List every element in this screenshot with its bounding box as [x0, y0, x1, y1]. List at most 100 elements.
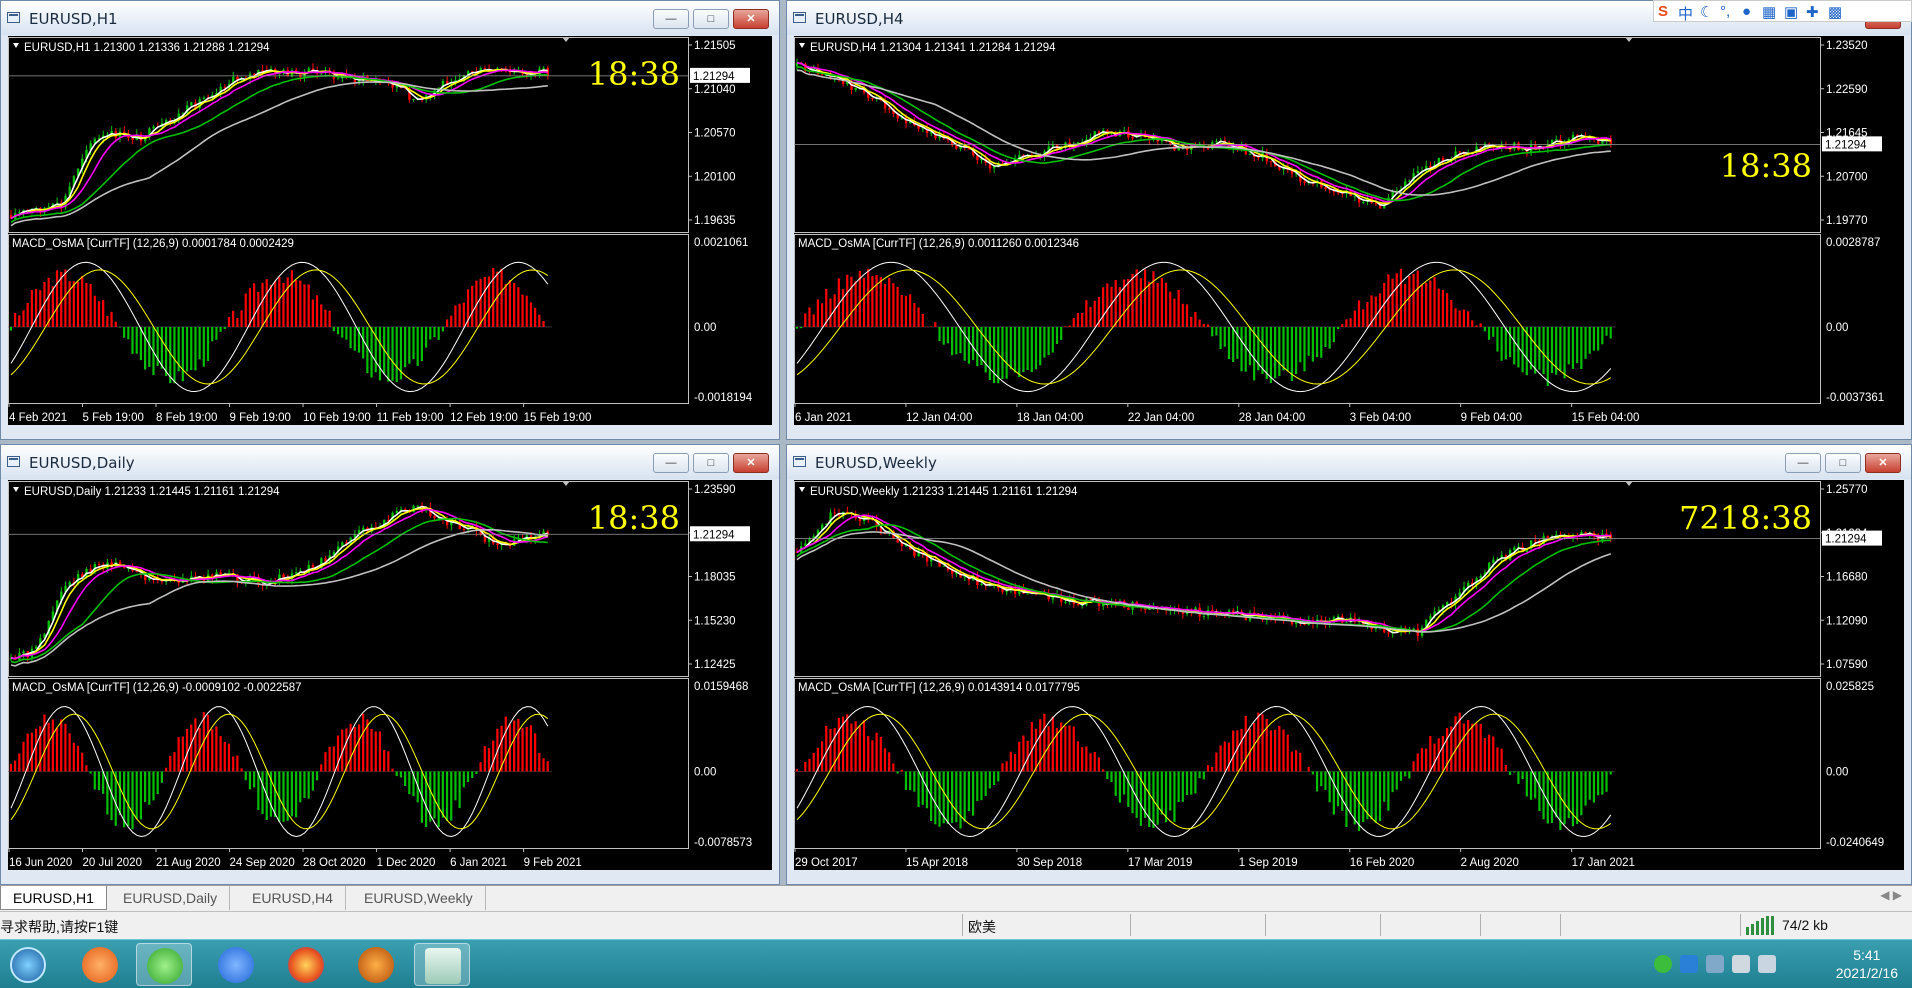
chart-window-weekly[interactable]: EURUSD,Weekly — □ ✕ EURUSD,Weekly 1.21233 1.… — [786, 444, 1912, 885]
maximize-button[interactable]: □ — [1825, 453, 1861, 473]
wechat-tray-icon[interactable] — [1654, 955, 1672, 973]
signal-icon[interactable] — [1758, 955, 1776, 973]
symbol-info-label: EURUSD,H4 1.21304 1.21341 1.21284 1.2129… — [810, 42, 1056, 54]
osma-bar — [433, 771, 436, 819]
osma-bar — [1454, 308, 1457, 327]
grid-icon[interactable]: ▩ — [1828, 3, 1842, 21]
osma-bar — [9, 326, 12, 331]
osma-bar — [1609, 326, 1612, 339]
osma-bar — [1265, 326, 1268, 380]
chart-window-icon — [7, 12, 20, 23]
collapse-triangle-icon[interactable] — [799, 487, 805, 492]
tab-eurusd-h4[interactable]: EURUSD,H4 — [240, 886, 346, 910]
osma-bar — [517, 287, 520, 327]
candle-body — [833, 512, 836, 514]
maximize-button[interactable]: □ — [693, 9, 729, 29]
chart-shift-marker-icon[interactable] — [1625, 37, 1633, 42]
close-button[interactable]: ✕ — [1865, 453, 1901, 473]
price-tick-label: 1.18035 — [694, 572, 736, 584]
shield-icon[interactable] — [1680, 955, 1698, 973]
collapse-triangle-icon[interactable] — [799, 43, 805, 48]
osma-bar — [412, 326, 415, 360]
close-button[interactable]: ✕ — [733, 453, 769, 473]
chart-window-h4[interactable]: EURUSD,H4—□✕EURUSD,H4 1.21304 1.21341 1.… — [786, 0, 1912, 440]
chart-svg[interactable]: EURUSD,H1 1.21300 1.21336 1.21288 1.2129… — [8, 36, 774, 427]
chart-shift-marker-icon[interactable] — [562, 481, 570, 486]
wechat-icon — [147, 948, 183, 984]
price-tick-label: 1.15230 — [694, 615, 736, 627]
osma-bar — [1043, 326, 1046, 358]
osma-bar — [1592, 771, 1596, 803]
tab-eurusd-weekly[interactable]: EURUSD,Weekly — [352, 886, 486, 910]
osma-bar — [89, 771, 92, 774]
osma-bar — [1148, 281, 1151, 327]
minimize-button[interactable]: — — [653, 453, 689, 473]
window-titlebar[interactable]: EURUSD,Weekly — □ ✕ — [787, 445, 1911, 479]
chart-window-daily[interactable]: EURUSD,Daily — □ ✕ EURUSD,Daily 1.21233 1.21… — [0, 444, 780, 885]
taskbar-app-metatrader[interactable] — [414, 943, 470, 986]
tab-scroll-arrows[interactable]: ◀ ▶ — [1880, 888, 1902, 902]
candle-body — [1345, 622, 1348, 624]
osma-bar — [1496, 326, 1499, 352]
osma-bar — [1102, 287, 1105, 327]
osma-bar — [349, 326, 352, 349]
osma-bar — [253, 771, 256, 788]
taskbar-clock[interactable]: 5:41 2021/2/16 — [1836, 946, 1898, 982]
price-tick-label: 1.20700 — [1826, 171, 1868, 183]
minimize-button[interactable]: — — [653, 9, 689, 29]
maximize-button[interactable]: □ — [693, 453, 729, 473]
skin-icon[interactable]: ▣ — [1784, 3, 1798, 21]
osma-bar — [1315, 326, 1319, 358]
osma-bar — [1248, 326, 1252, 366]
osma-bar — [1051, 716, 1054, 772]
osma-bar — [1601, 771, 1604, 795]
firefox-icon — [288, 947, 324, 983]
chart-window-h1[interactable]: EURUSD,H1 — □ ✕ EURUSD,H1 1.21300 1.21336 1.… — [0, 0, 780, 440]
osma-bar — [959, 771, 962, 829]
chart-canvas[interactable]: EURUSD,H4 1.21304 1.21341 1.21284 1.2129… — [794, 36, 1904, 425]
speaker-muted-icon[interactable] — [1732, 955, 1750, 973]
sogou-icon[interactable]: S — [1658, 3, 1668, 20]
osma-bar — [22, 310, 25, 327]
network-icon[interactable] — [1706, 955, 1724, 973]
taskbar-app-notes[interactable] — [208, 943, 264, 986]
taskbar-app-browser[interactable] — [72, 943, 128, 986]
microphone-icon[interactable]: ● — [1742, 3, 1751, 20]
osma-bar — [341, 326, 344, 338]
osma-bar — [362, 326, 365, 359]
moon-icon[interactable]: ☾ — [1700, 3, 1713, 21]
osma-bar — [244, 293, 247, 327]
chart-shift-marker-icon[interactable] — [562, 37, 570, 42]
chart-canvas[interactable]: EURUSD,Weekly 1.21233 1.21445 1.21161 1.… — [794, 480, 1904, 870]
osma-bar — [896, 771, 899, 774]
windows-logo-icon — [10, 947, 46, 983]
collapse-triangle-icon[interactable] — [13, 487, 19, 492]
toolbox-icon[interactable]: ✚ — [1806, 3, 1819, 21]
osma-bar — [795, 326, 798, 329]
tab-eurusd-daily[interactable]: EURUSD,Daily — [111, 886, 231, 910]
chart-canvas[interactable]: EURUSD,H1 1.21300 1.21336 1.21288 1.2129… — [8, 36, 772, 425]
chart-svg[interactable]: EURUSD,Weekly 1.21233 1.21445 1.21161 1.… — [794, 480, 1906, 872]
taskbar-app-game[interactable] — [348, 943, 404, 986]
chart-svg[interactable]: EURUSD,H4 1.21304 1.21341 1.21284 1.2129… — [794, 36, 1906, 427]
chart-shift-marker-icon[interactable] — [1625, 481, 1633, 486]
tab-eurusd-h1[interactable]: EURUSD,H1 — [0, 886, 107, 910]
keyboard-icon[interactable]: ▦ — [1762, 3, 1776, 21]
chart-canvas[interactable]: EURUSD,Daily 1.21233 1.21445 1.21161 1.2… — [8, 480, 772, 870]
collapse-triangle-icon[interactable] — [13, 43, 19, 48]
taskbar-app-wechat[interactable] — [136, 943, 192, 986]
ime-mode-label[interactable]: 中 — [1678, 3, 1693, 24]
window-titlebar[interactable]: EURUSD,Daily — □ ✕ — [1, 445, 779, 479]
minimize-button[interactable]: — — [1785, 453, 1821, 473]
osma-bar — [542, 321, 545, 327]
ime-toolbar[interactable]: S 中 ☾ °, ● ▦ ▣ ✚ ▩ — [1653, 0, 1912, 24]
chart-svg[interactable]: EURUSD,Daily 1.21233 1.21445 1.21161 1.2… — [8, 480, 774, 872]
osma-bar — [820, 303, 824, 327]
osma-bar — [190, 326, 193, 371]
taskbar-app-firefox[interactable] — [278, 943, 334, 986]
start-button[interactable] — [0, 943, 56, 986]
punctuation-icon[interactable]: °, — [1720, 3, 1730, 20]
close-button[interactable]: ✕ — [733, 9, 769, 29]
window-titlebar[interactable]: EURUSD,H1 — □ ✕ — [1, 1, 779, 35]
osma-bar — [404, 326, 407, 368]
